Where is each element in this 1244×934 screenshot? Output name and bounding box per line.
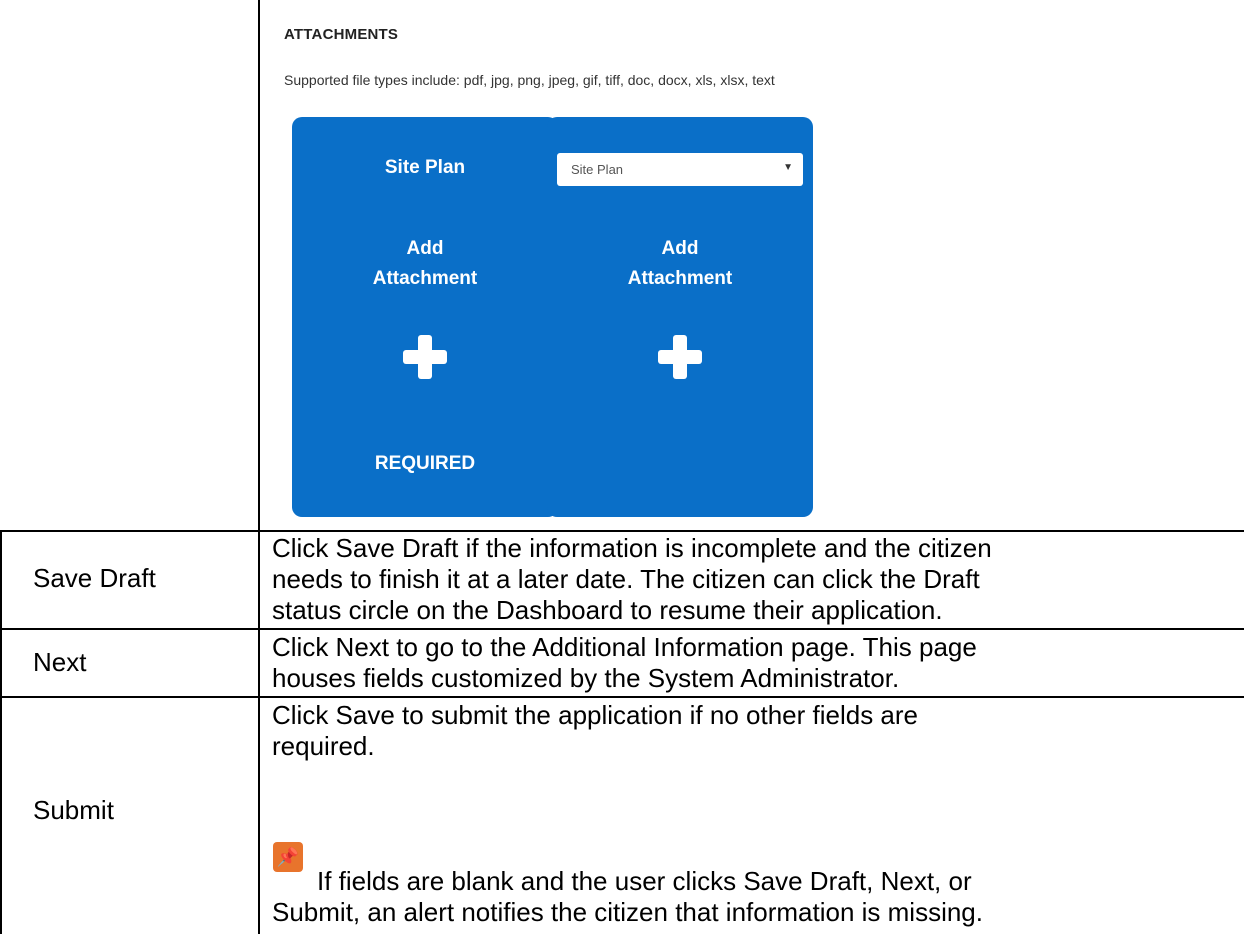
row-desc-save-draft: Click Save Draft if the information is i… bbox=[272, 533, 1232, 626]
attachment-card-site-plan[interactable]: Site Plan Add Attachment REQUIRED bbox=[292, 117, 558, 517]
table-border-divider bbox=[258, 0, 260, 934]
plus-icon[interactable] bbox=[658, 335, 702, 379]
add-label-line2: Attachment bbox=[627, 268, 733, 289]
row-border bbox=[0, 530, 1244, 532]
card-title: Site Plan bbox=[384, 157, 466, 178]
select-value: Site Plan bbox=[571, 162, 624, 177]
desc-line: Click Save to submit the application if … bbox=[272, 700, 919, 730]
attachment-card-select[interactable]: Site Plan ▼ Add Attachment bbox=[547, 117, 813, 517]
row-desc-submit: Click Save to submit the application if … bbox=[272, 700, 1232, 762]
add-attachment-label: Add Attachment bbox=[547, 234, 813, 294]
row-label-submit: Submit bbox=[33, 795, 114, 825]
desc-line: status circle on the Dashboard to resume… bbox=[272, 595, 943, 625]
plus-icon[interactable] bbox=[403, 335, 447, 379]
required-badge: REQUIRED bbox=[374, 453, 476, 474]
chevron-down-icon: ▼ bbox=[783, 162, 793, 173]
row-label-save-draft: Save Draft bbox=[33, 563, 156, 593]
add-label-line2: Attachment bbox=[372, 268, 478, 289]
attachment-type-select[interactable]: Site Plan ▼ bbox=[557, 153, 803, 186]
table-border-left bbox=[0, 530, 2, 934]
note-line: Submit, an alert notifies the citizen th… bbox=[272, 897, 983, 927]
row-desc-next: Click Next to go to the Additional Infor… bbox=[272, 632, 1232, 694]
desc-line: houses fields customized by the System A… bbox=[272, 663, 900, 693]
supported-file-types: Supported file types include: pdf, jpg, … bbox=[284, 72, 775, 88]
note-line: If fields are blank and the user clicks … bbox=[317, 866, 972, 896]
desc-line: Click Save Draft if the information is i… bbox=[272, 533, 992, 563]
row-label-next: Next bbox=[33, 647, 87, 677]
row-note-submit: If fields are blank and the user clicks … bbox=[272, 866, 1232, 928]
desc-line: Click Next to go to the Additional Infor… bbox=[272, 632, 977, 662]
desc-line: needs to finish it at a later date. The … bbox=[272, 564, 980, 594]
help-table: ATTACHMENTS Supported file types include… bbox=[0, 0, 1244, 934]
add-attachment-label: Add Attachment bbox=[292, 234, 558, 294]
row-border bbox=[0, 696, 1244, 698]
row-border bbox=[0, 628, 1244, 630]
add-label-line1: Add bbox=[406, 238, 444, 259]
attachments-screenshot: ATTACHMENTS Supported file types include… bbox=[262, 0, 952, 530]
desc-line: required. bbox=[272, 731, 375, 761]
add-label-line1: Add bbox=[661, 238, 699, 259]
attachments-heading: ATTACHMENTS bbox=[284, 26, 399, 43]
